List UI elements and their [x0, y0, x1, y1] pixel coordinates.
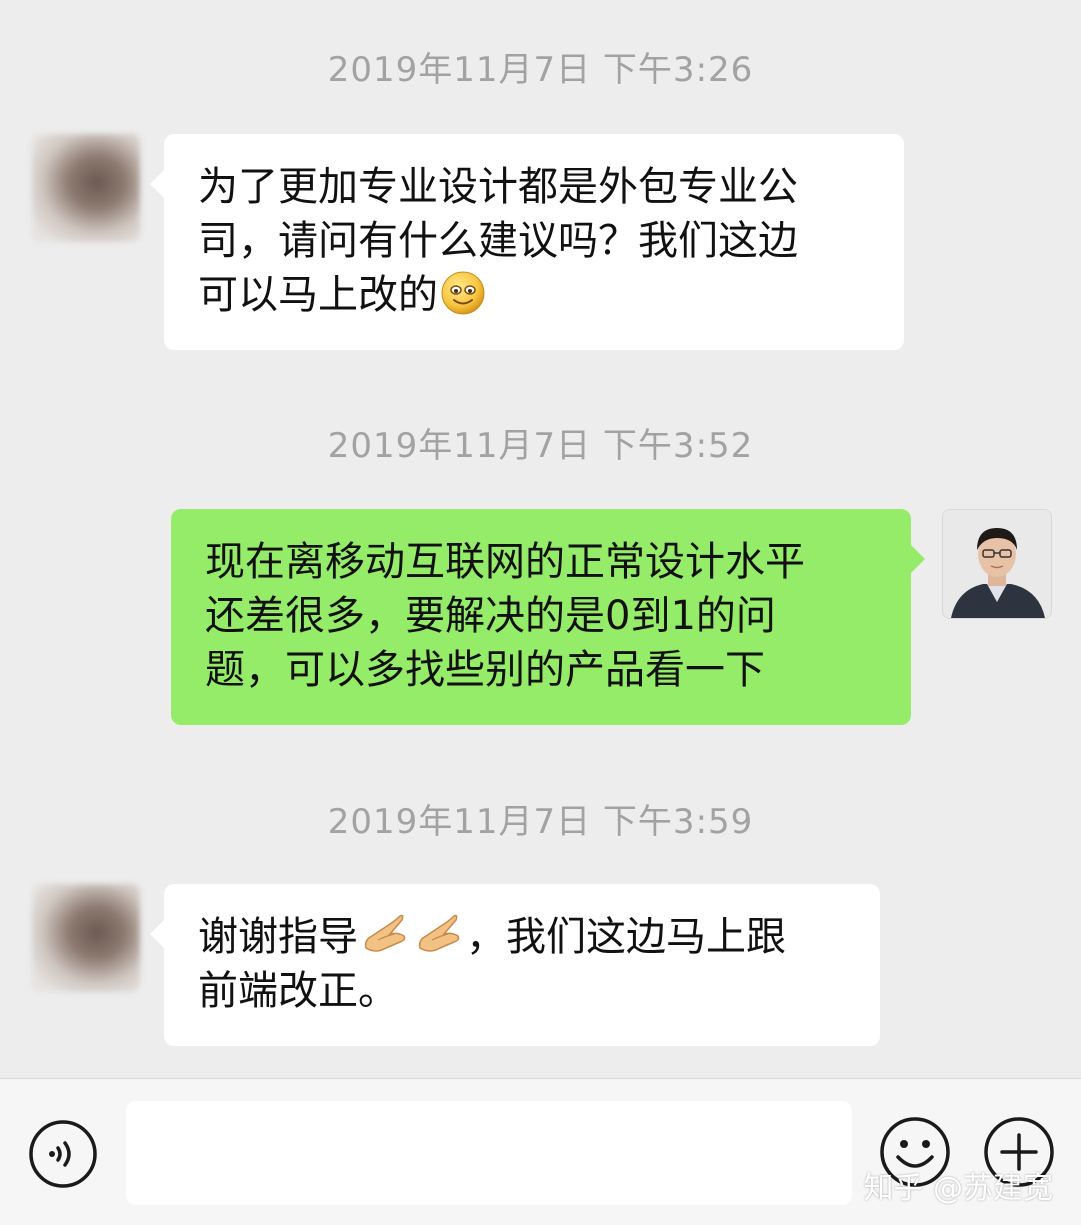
timestamp: 2019年11月7日 下午3:52	[327, 426, 754, 466]
pinched-fingers-emoji-icon	[418, 914, 460, 952]
self-avatar[interactable]	[942, 509, 1052, 619]
message-text-line: 题，可以多找些别的产品看一下	[205, 647, 765, 693]
message-text-line-with-emoji: 可以马上改的	[198, 268, 872, 322]
profile-photo-icon	[943, 510, 1051, 618]
chat-area: 2019年11月7日 下午3:26 为了更加专业设计都是外包专业公 司，请问有什…	[0, 0, 1081, 1078]
message-text-line: 司，请问有什么建议吗？我们这边	[198, 218, 798, 264]
contact-avatar[interactable]	[32, 884, 140, 992]
smile-emoji-icon	[441, 271, 485, 315]
voice-icon[interactable]	[28, 1119, 98, 1189]
message-bubble-incoming[interactable]: 谢谢指导 ，我们这边马上跟 前端改正。	[150, 884, 880, 1046]
message-text-line: 前端改正。	[198, 968, 398, 1014]
message-text-line: 还差很多，要解决的是0到1的问	[205, 593, 776, 639]
message-text-line: 现在离移动互联网的正常设计水平	[205, 539, 805, 585]
timestamp: 2019年11月7日 下午3:26	[327, 50, 754, 90]
message-text-line: 谢谢指导	[198, 914, 358, 960]
pinched-fingers-emoji-icon	[364, 914, 406, 952]
message-text-line: 可以马上改的	[198, 272, 438, 318]
message-bubble-incoming[interactable]: 为了更加专业设计都是外包专业公 司，请问有什么建议吗？我们这边 可以马上改的	[150, 134, 904, 350]
message-bubble-outgoing[interactable]: 现在离移动互联网的正常设计水平 还差很多，要解决的是0到1的问 题，可以多找些别…	[171, 509, 925, 725]
message-input[interactable]	[126, 1101, 852, 1205]
input-bar: 知乎 @苏建宽	[0, 1078, 1081, 1225]
timestamp: 2019年11月7日 下午3:59	[327, 802, 754, 842]
message-text-line-with-emoji: 谢谢指导 ，我们这边马上跟	[198, 910, 848, 964]
message-text-line: 为了更加专业设计都是外包专业公	[198, 164, 798, 210]
contact-avatar[interactable]	[32, 134, 140, 242]
message-text-line: ，我们这边马上跟	[466, 914, 786, 960]
watermark: 知乎 @苏建宽	[863, 1171, 1053, 1206]
